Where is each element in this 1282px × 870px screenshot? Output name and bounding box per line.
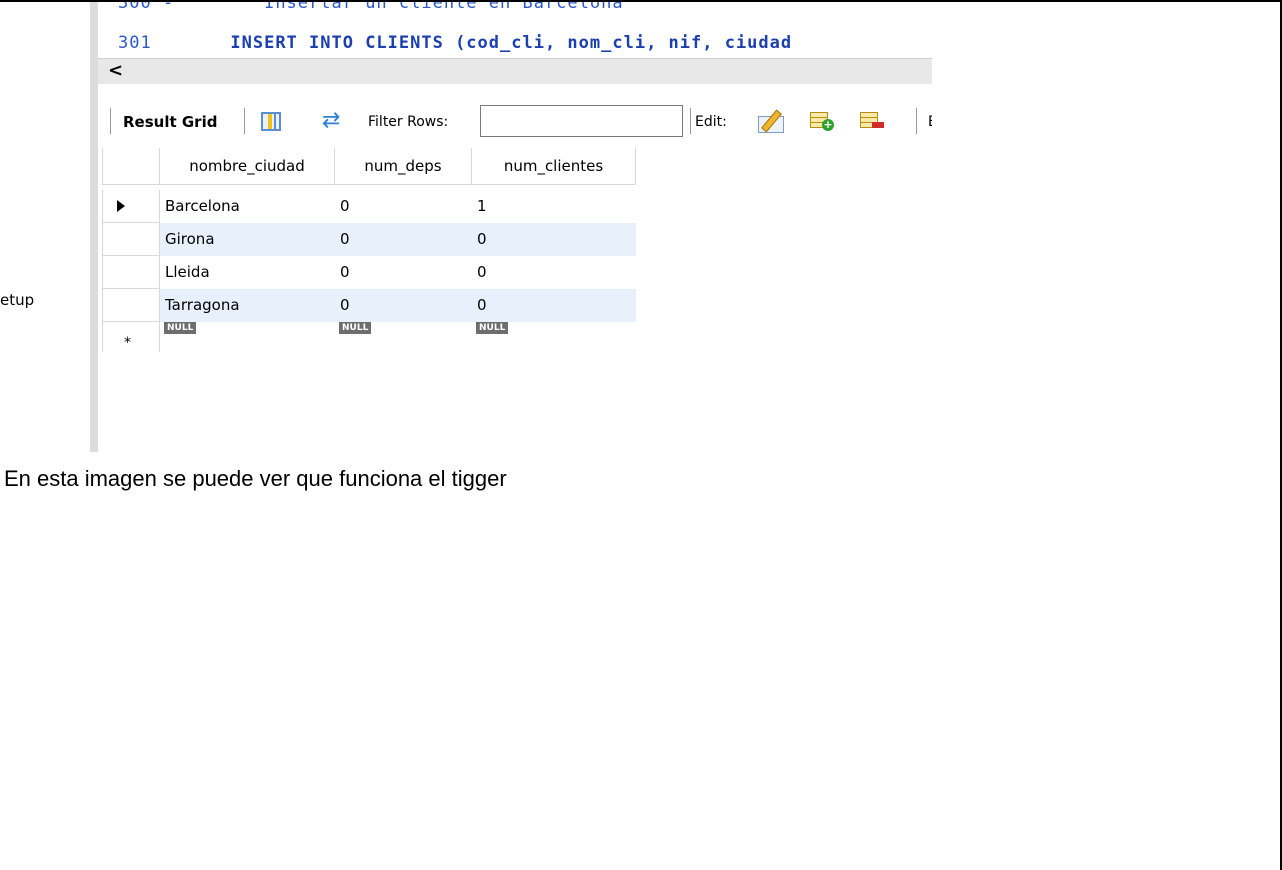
table-cell[interactable]: Girona: [160, 223, 335, 256]
delete-row-icon[interactable]: [860, 110, 884, 132]
horizontal-scrollbar[interactable]: <: [98, 58, 932, 84]
cropped-side-text: etup: [0, 291, 35, 309]
row-selector[interactable]: *: [102, 322, 160, 352]
column-header[interactable]: nombre_ciudad: [160, 148, 335, 185]
table-cell[interactable]: 0: [472, 289, 636, 322]
table-row[interactable]: Tarragona 0 0: [102, 289, 636, 322]
result-grid-tab[interactable]: Result Grid: [123, 113, 217, 131]
edit-cell-icon[interactable]: [756, 107, 788, 135]
workbench-screenshot: 300 - Insertar un cliente en Barcelona 3…: [90, 2, 932, 452]
table-cell[interactable]: 1: [472, 190, 636, 223]
code-statement: INSERT INTO CLIENTS (cod_cli, nom_cli, n…: [230, 33, 793, 53]
toolbar-separator: [690, 108, 691, 134]
code-line-2: 301 INSERT INTO CLIENTS (cod_cli, nom_cl…: [118, 33, 792, 53]
row-selector[interactable]: [102, 256, 160, 289]
row-selector[interactable]: [102, 289, 160, 322]
add-row-icon[interactable]: +: [810, 110, 834, 132]
null-badge[interactable]: NULL: [476, 322, 509, 334]
table-cell[interactable]: 0: [335, 256, 472, 289]
table-cell[interactable]: 0: [472, 256, 636, 289]
table-cell[interactable]: Lleida: [160, 256, 335, 289]
code-line-1: 300 - Insertar un cliente en Barcelona: [118, 2, 624, 13]
row-selector[interactable]: [102, 190, 160, 223]
table-row[interactable]: Girona 0 0: [102, 223, 636, 256]
toolbar-separator: [110, 108, 111, 134]
row-selector[interactable]: [102, 223, 160, 256]
edit-label: Edit:: [695, 114, 727, 130]
toolbar-cut-label: E: [928, 114, 932, 130]
current-row-icon: [117, 200, 125, 212]
line-number: 300: [118, 2, 152, 13]
line-number: 301: [118, 33, 152, 53]
result-toolbar: Result Grid ⇄ Filter Rows: Edit: + E: [98, 102, 932, 142]
table-row[interactable]: Barcelona 0 1: [102, 190, 636, 223]
form-editor-icon[interactable]: [261, 112, 281, 131]
table-cell[interactable]: 0: [335, 190, 472, 223]
table-cell[interactable]: Barcelona: [160, 190, 335, 223]
grid-header: nombre_ciudad num_deps num_clientes: [102, 148, 636, 185]
toolbar-separator: [244, 108, 245, 134]
table-cell[interactable]: 0: [335, 289, 472, 322]
table-row[interactable]: Lleida 0 0: [102, 256, 636, 289]
row-selector-header[interactable]: [102, 148, 160, 185]
table-cell[interactable]: 0: [335, 223, 472, 256]
null-badge[interactable]: NULL: [164, 322, 197, 334]
filter-rows-label: Filter Rows:: [368, 114, 449, 130]
caption-text: En esta imagen se puede ver que funciona…: [4, 466, 507, 491]
null-badge[interactable]: NULL: [339, 322, 372, 334]
scroll-left-icon[interactable]: <: [108, 60, 130, 82]
code-comment: Insertar un cliente en Barcelona: [264, 2, 624, 13]
new-row-icon: *: [124, 335, 131, 351]
filter-rows-input[interactable]: [480, 105, 683, 137]
table-cell[interactable]: 0: [472, 223, 636, 256]
column-header[interactable]: num_clientes: [472, 148, 636, 185]
table-cell[interactable]: Tarragona: [160, 289, 335, 322]
toolbar-separator: [916, 108, 917, 134]
sql-editor[interactable]: 300 - Insertar un cliente en Barcelona 3…: [98, 2, 932, 58]
new-row[interactable]: * NULL NULL NULL: [102, 322, 636, 352]
column-header[interactable]: num_deps: [335, 148, 472, 185]
refresh-icon[interactable]: ⇄: [322, 109, 346, 133]
